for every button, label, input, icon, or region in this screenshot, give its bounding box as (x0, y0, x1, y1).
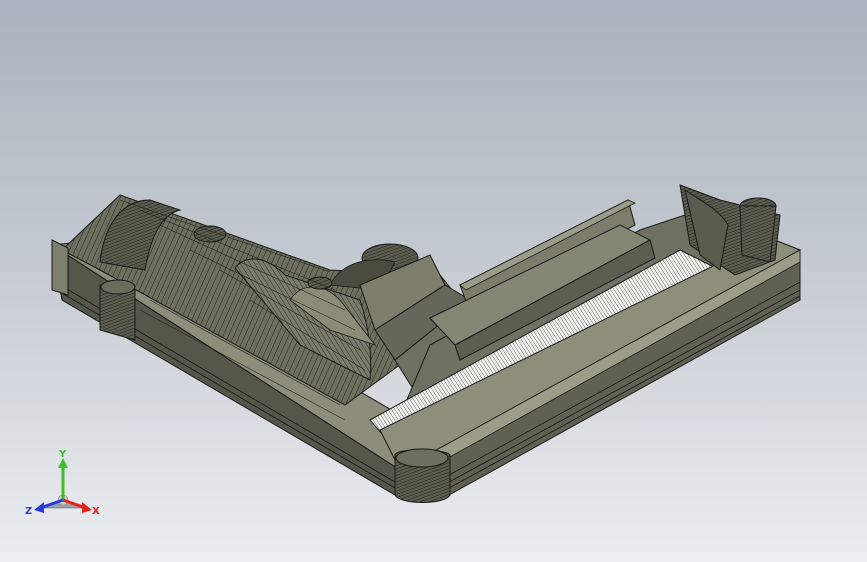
x-axis-arrow (82, 502, 92, 513)
z-axis-label: Z (25, 506, 32, 517)
z-axis-arrow (34, 502, 44, 513)
boss-right-end-column (739, 205, 777, 263)
x-axis-label: X (92, 506, 100, 517)
front-corner-foot-top (395, 448, 449, 468)
left-corner-foot-top (100, 279, 136, 295)
orientation-triad[interactable]: Y X Z (22, 448, 104, 520)
left-end-wall (51, 239, 69, 296)
3d-model-view[interactable] (0, 0, 867, 562)
graphics-viewport[interactable]: Y X Z (0, 0, 867, 562)
y-axis-label: Y (58, 449, 67, 460)
